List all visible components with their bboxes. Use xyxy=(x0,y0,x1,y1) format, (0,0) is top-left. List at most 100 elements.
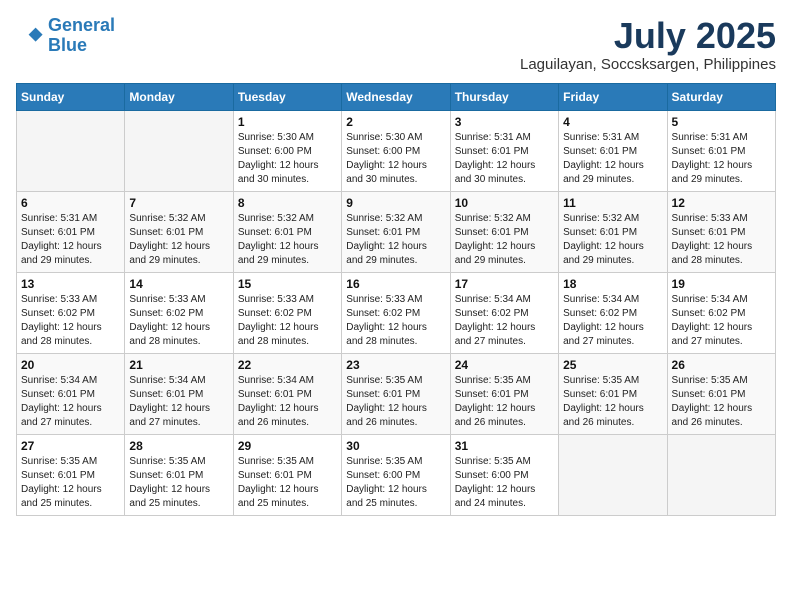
calendar-cell: 3 Sunrise: 5:31 AMSunset: 6:01 PMDaylight… xyxy=(450,110,558,191)
logo-text: General Blue xyxy=(48,16,115,56)
day-info: Sunrise: 5:33 AMSunset: 6:02 PMDaylight:… xyxy=(21,293,120,349)
day-number: 13 xyxy=(21,277,120,291)
calendar-cell: 18 Sunrise: 5:34 AMSunset: 6:02 PMDayligh… xyxy=(559,272,667,353)
day-info: Sunrise: 5:31 AMSunset: 6:01 PMDaylight:… xyxy=(455,131,554,187)
calendar-header-row: SundayMondayTuesdayWednesdayThursdayFrid… xyxy=(17,83,776,110)
title-block: July 2025 Laguilayan, Soccsksargen, Phil… xyxy=(520,16,776,73)
calendar-cell: 10 Sunrise: 5:32 AMSunset: 6:01 PMDayligh… xyxy=(450,191,558,272)
day-number: 11 xyxy=(563,196,662,210)
day-info: Sunrise: 5:30 AMSunset: 6:00 PMDaylight:… xyxy=(346,131,445,187)
calendar-cell: 13 Sunrise: 5:33 AMSunset: 6:02 PMDayligh… xyxy=(17,272,125,353)
calendar-cell: 16Sunrise: 5:33 AMSunset: 6:02 PMDayligh… xyxy=(342,272,450,353)
day-number: 27 xyxy=(21,439,120,453)
day-number: 9 xyxy=(346,196,445,210)
day-info: Sunrise: 5:35 AMSunset: 6:00 PMDaylight:… xyxy=(346,455,445,511)
day-info: Sunrise: 5:32 AMSunset: 6:01 PMDaylight:… xyxy=(563,212,662,268)
page-header: General Blue July 2025 Laguilayan, Soccs… xyxy=(16,16,776,73)
weekday-header: Thursday xyxy=(450,83,558,110)
calendar-cell: 22 Sunrise: 5:34 AMSunset: 6:01 PMDayligh… xyxy=(233,353,341,434)
day-info: Sunrise: 5:30 AMSunset: 6:00 PMDaylight:… xyxy=(238,131,337,187)
calendar-cell: 25 Sunrise: 5:35 AMSunset: 6:01 PMDayligh… xyxy=(559,353,667,434)
day-info: Sunrise: 5:32 AMSunset: 6:01 PMDaylight:… xyxy=(129,212,228,268)
calendar-cell: 2Sunrise: 5:30 AMSunset: 6:00 PMDaylight… xyxy=(342,110,450,191)
day-info: Sunrise: 5:33 AMSunset: 6:02 PMDaylight:… xyxy=(238,293,337,349)
calendar-cell: 15 Sunrise: 5:33 AMSunset: 6:02 PMDayligh… xyxy=(233,272,341,353)
day-info: Sunrise: 5:34 AMSunset: 6:02 PMDaylight:… xyxy=(672,293,771,349)
weekday-header: Sunday xyxy=(17,83,125,110)
day-number: 16 xyxy=(346,277,445,291)
calendar-cell: 11 Sunrise: 5:32 AMSunset: 6:01 PMDayligh… xyxy=(559,191,667,272)
calendar-cell: 29 Sunrise: 5:35 AMSunset: 6:01 PMDayligh… xyxy=(233,434,341,515)
day-number: 15 xyxy=(238,277,337,291)
day-number: 3 xyxy=(455,115,554,129)
day-info: Sunrise: 5:34 AMSunset: 6:02 PMDaylight:… xyxy=(563,293,662,349)
calendar-cell: 7Sunrise: 5:32 AMSunset: 6:01 PMDaylight… xyxy=(125,191,233,272)
day-info: Sunrise: 5:35 AMSunset: 6:01 PMDaylight:… xyxy=(346,374,445,430)
calendar-cell: 9Sunrise: 5:32 AMSunset: 6:01 PMDaylight… xyxy=(342,191,450,272)
calendar-cell xyxy=(667,434,775,515)
day-number: 23 xyxy=(346,358,445,372)
day-info: Sunrise: 5:33 AMSunset: 6:01 PMDaylight:… xyxy=(672,212,771,268)
day-number: 6 xyxy=(21,196,120,210)
weekday-header: Saturday xyxy=(667,83,775,110)
day-info: Sunrise: 5:34 AMSunset: 6:01 PMDaylight:… xyxy=(129,374,228,430)
calendar-cell xyxy=(17,110,125,191)
calendar-week-row: 13 Sunrise: 5:33 AMSunset: 6:02 PMDayligh… xyxy=(17,272,776,353)
calendar-cell: 24 Sunrise: 5:35 AMSunset: 6:01 PMDayligh… xyxy=(450,353,558,434)
calendar-cell: 6 Sunrise: 5:31 AMSunset: 6:01 PMDaylight… xyxy=(17,191,125,272)
weekday-header: Monday xyxy=(125,83,233,110)
day-number: 22 xyxy=(238,358,337,372)
calendar-cell: 17Sunrise: 5:34 AMSunset: 6:02 PMDayligh… xyxy=(450,272,558,353)
day-number: 21 xyxy=(129,358,228,372)
day-number: 29 xyxy=(238,439,337,453)
calendar-cell: 27Sunrise: 5:35 AMSunset: 6:01 PMDayligh… xyxy=(17,434,125,515)
calendar-week-row: 20 Sunrise: 5:34 AMSunset: 6:01 PMDayligh… xyxy=(17,353,776,434)
day-number: 28 xyxy=(129,439,228,453)
day-info: Sunrise: 5:35 AMSunset: 6:01 PMDaylight:… xyxy=(672,374,771,430)
day-number: 30 xyxy=(346,439,445,453)
day-number: 31 xyxy=(455,439,554,453)
day-number: 25 xyxy=(563,358,662,372)
location: Laguilayan, Soccsksargen, Philippines xyxy=(520,56,776,73)
day-number: 5 xyxy=(672,115,771,129)
logo-line1: General xyxy=(48,15,115,35)
day-number: 8 xyxy=(238,196,337,210)
day-info: Sunrise: 5:34 AMSunset: 6:01 PMDaylight:… xyxy=(238,374,337,430)
day-info: Sunrise: 5:31 AMSunset: 6:01 PMDaylight:… xyxy=(21,212,120,268)
weekday-header: Tuesday xyxy=(233,83,341,110)
weekday-header: Wednesday xyxy=(342,83,450,110)
logo-line2: Blue xyxy=(48,35,87,55)
day-info: Sunrise: 5:35 AMSunset: 6:00 PMDaylight:… xyxy=(455,455,554,511)
day-info: Sunrise: 5:32 AMSunset: 6:01 PMDaylight:… xyxy=(455,212,554,268)
day-info: Sunrise: 5:31 AMSunset: 6:01 PMDaylight:… xyxy=(672,131,771,187)
calendar-cell: 12Sunrise: 5:33 AMSunset: 6:01 PMDayligh… xyxy=(667,191,775,272)
day-number: 20 xyxy=(21,358,120,372)
calendar-cell: 21 Sunrise: 5:34 AMSunset: 6:01 PMDayligh… xyxy=(125,353,233,434)
day-number: 26 xyxy=(672,358,771,372)
day-info: Sunrise: 5:35 AMSunset: 6:01 PMDaylight:… xyxy=(238,455,337,511)
calendar-cell: 28Sunrise: 5:35 AMSunset: 6:01 PMDayligh… xyxy=(125,434,233,515)
calendar-cell: 20Sunrise: 5:34 AMSunset: 6:01 PMDayligh… xyxy=(17,353,125,434)
calendar-week-row: 6 Sunrise: 5:31 AMSunset: 6:01 PMDaylight… xyxy=(17,191,776,272)
day-number: 10 xyxy=(455,196,554,210)
day-number: 1 xyxy=(238,115,337,129)
day-number: 14 xyxy=(129,277,228,291)
weekday-header: Friday xyxy=(559,83,667,110)
day-number: 17 xyxy=(455,277,554,291)
logo-icon xyxy=(16,22,44,50)
calendar-cell: 31 Sunrise: 5:35 AMSunset: 6:00 PMDayligh… xyxy=(450,434,558,515)
day-number: 24 xyxy=(455,358,554,372)
day-info: Sunrise: 5:32 AMSunset: 6:01 PMDaylight:… xyxy=(238,212,337,268)
calendar-cell: 23 Sunrise: 5:35 AMSunset: 6:01 PMDayligh… xyxy=(342,353,450,434)
day-info: Sunrise: 5:31 AMSunset: 6:01 PMDaylight:… xyxy=(563,131,662,187)
calendar-cell: 19Sunrise: 5:34 AMSunset: 6:02 PMDayligh… xyxy=(667,272,775,353)
day-info: Sunrise: 5:33 AMSunset: 6:02 PMDaylight:… xyxy=(129,293,228,349)
calendar-cell: 14 Sunrise: 5:33 AMSunset: 6:02 PMDayligh… xyxy=(125,272,233,353)
day-info: Sunrise: 5:35 AMSunset: 6:01 PMDaylight:… xyxy=(455,374,554,430)
calendar-cell: 26 Sunrise: 5:35 AMSunset: 6:01 PMDayligh… xyxy=(667,353,775,434)
day-info: Sunrise: 5:35 AMSunset: 6:01 PMDaylight:… xyxy=(563,374,662,430)
day-number: 18 xyxy=(563,277,662,291)
calendar-cell: 4Sunrise: 5:31 AMSunset: 6:01 PMDaylight… xyxy=(559,110,667,191)
calendar-cell: 8 Sunrise: 5:32 AMSunset: 6:01 PMDaylight… xyxy=(233,191,341,272)
calendar-week-row: 1 Sunrise: 5:30 AMSunset: 6:00 PMDaylight… xyxy=(17,110,776,191)
